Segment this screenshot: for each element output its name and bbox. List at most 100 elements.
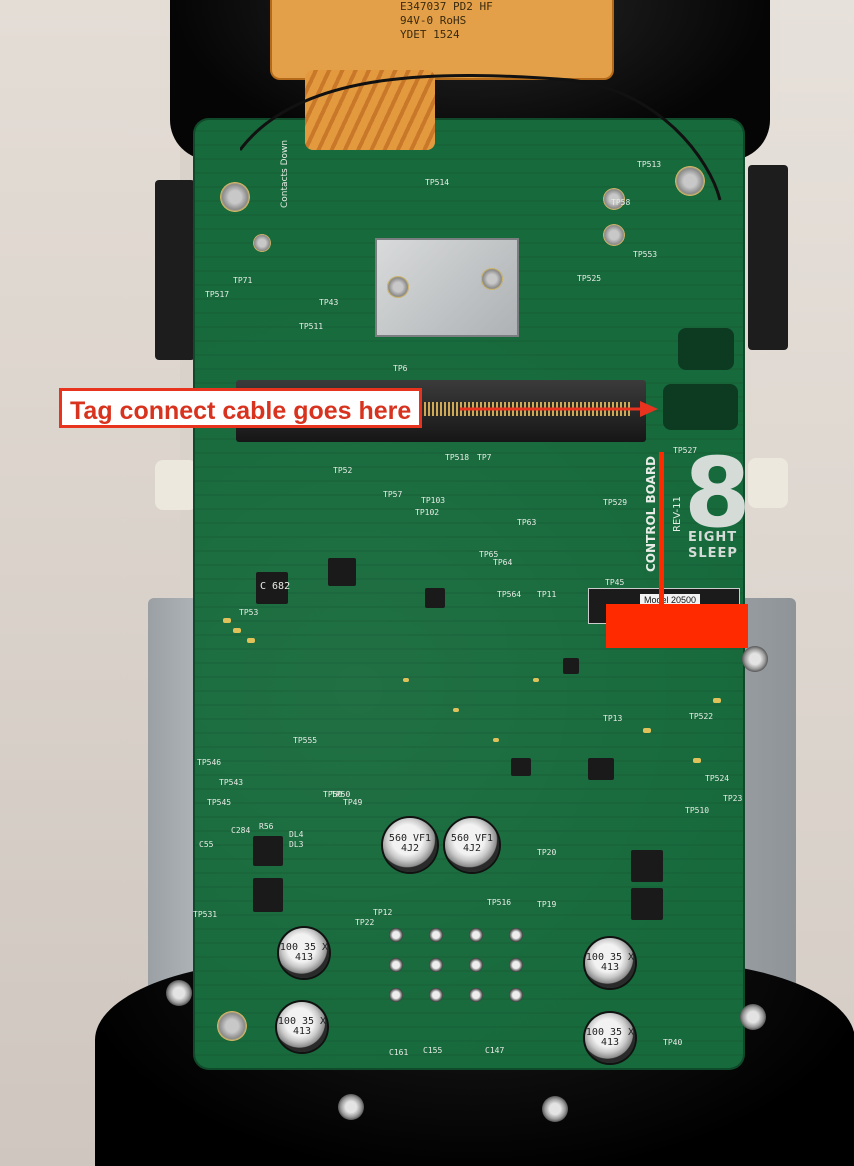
electrolytic-capacitor: 560 VF1 4J2	[383, 818, 437, 872]
screw	[740, 1004, 766, 1030]
silkscreen-label: TP11	[537, 590, 557, 599]
silkscreen-label: TP546	[197, 758, 222, 767]
tag-connect-footprint	[678, 328, 734, 370]
ic-chip	[253, 878, 283, 912]
smd-pad	[233, 628, 241, 633]
silkscreen-label: R56	[259, 822, 274, 831]
redaction-block	[606, 604, 748, 648]
silkscreen-label: TP555	[293, 736, 318, 745]
silkscreen-label: TP545	[207, 798, 232, 807]
ribbon-text: E347037 PD2 HF 94V-0 RoHS YDET 1524	[400, 0, 580, 42]
board-revision-label: REV-11	[672, 496, 683, 532]
silkscreen-label: DL3	[289, 840, 304, 849]
capacitor-marking: 100 35 X 413	[279, 942, 329, 963]
silkscreen-label: TP71	[233, 276, 253, 285]
capacitor-marking: 100 35 X 413	[585, 952, 635, 973]
smd-pad	[533, 678, 539, 682]
contacts-down-label: Contacts Down	[280, 140, 290, 208]
ic-chip	[631, 888, 663, 920]
test-pad	[389, 988, 403, 1002]
ic-chip	[425, 588, 445, 608]
annotation-label: Tag connect cable goes here	[59, 388, 423, 428]
contacts-down-text: Contacts Down	[280, 140, 290, 208]
test-pad	[469, 928, 483, 942]
silkscreen-label: C55	[199, 840, 214, 849]
silkscreen-label: TP57	[383, 490, 403, 499]
silkscreen-label: TP517	[205, 290, 230, 299]
silkscreen-label: TP524	[705, 774, 730, 783]
silkscreen-label: TP529	[603, 498, 628, 507]
electrolytic-capacitor: 100 35 X 413	[277, 1002, 327, 1052]
mounting-hole	[217, 1011, 247, 1041]
silkscreen-label: C161	[389, 1048, 409, 1057]
silkscreen-label: TP43	[319, 298, 339, 307]
board-revision-text: REV-11	[672, 496, 683, 532]
smd-pad	[493, 738, 499, 742]
zip-tie-right	[748, 458, 788, 508]
test-pad	[469, 988, 483, 1002]
ic-chip	[328, 558, 356, 586]
ic-chip	[588, 758, 614, 780]
silkscreen-label: TP522	[689, 712, 714, 721]
silkscreen-label: C284	[231, 826, 251, 835]
side-bracket-left	[155, 180, 195, 360]
test-pad	[389, 958, 403, 972]
ic-chip	[253, 836, 283, 866]
silkscreen-label: TP510	[685, 806, 710, 815]
antenna-wire	[240, 73, 722, 201]
silkscreen-label: TP516	[487, 898, 512, 907]
silkscreen-label: DL4	[289, 830, 304, 839]
rf-shield	[375, 238, 519, 337]
silkscreen-label: C147	[485, 1046, 505, 1055]
silkscreen-label: TP45	[605, 578, 625, 587]
silkscreen-label: C155	[423, 1046, 443, 1055]
brand-line-1: EIGHT	[688, 530, 738, 545]
silkscreen-label: TP102	[415, 508, 440, 517]
board-name-label: CONTROL BOARD	[644, 456, 658, 572]
redaction-bar	[659, 452, 664, 612]
screw	[542, 1096, 568, 1122]
smd-pad	[247, 638, 255, 643]
electrolytic-capacitor: 560 VF1 4J2	[445, 818, 499, 872]
brand-line-2: SLEEP	[688, 546, 738, 561]
silkscreen-label: TP65	[479, 550, 499, 559]
smd-pad	[403, 678, 409, 682]
capacitor-marking: 100 35 X 413	[585, 1027, 635, 1048]
capacitor-marking: 560 VF1 4J2	[388, 833, 432, 855]
silkscreen-label: TP531	[193, 910, 218, 919]
test-pad	[509, 958, 523, 972]
smd-pad	[223, 618, 231, 623]
zip-tie-left	[155, 460, 197, 510]
ribbon-line: YDET 1524	[400, 28, 460, 41]
test-pad	[429, 988, 443, 1002]
test-pad	[429, 958, 443, 972]
silkscreen-label: TP7	[477, 453, 492, 462]
chip-marking: C 682	[260, 581, 291, 592]
silkscreen-label: TP525	[577, 274, 602, 283]
silkscreen-label: TP518	[445, 453, 470, 462]
smd-pad	[453, 708, 459, 712]
screw	[481, 268, 503, 290]
silkscreen-label: TP50	[331, 790, 351, 799]
tag-connect-footprint	[663, 384, 738, 430]
silkscreen-label: TP23	[723, 794, 743, 803]
screw	[166, 980, 192, 1006]
screw	[387, 276, 409, 298]
silkscreen-label: TP564	[497, 590, 522, 599]
ribbon-line: 94V-0 RoHS	[400, 14, 467, 27]
mounting-hole	[603, 224, 625, 246]
mounting-hole	[253, 234, 271, 252]
smd-pad	[643, 728, 651, 733]
ribbon-line: E347037 PD2 HF	[400, 0, 493, 13]
screw	[742, 646, 768, 672]
silkscreen-label: TP553	[633, 250, 658, 259]
ic-chip	[511, 758, 531, 776]
silkscreen-label: TP19	[537, 900, 557, 909]
silkscreen-label: TP13	[603, 714, 623, 723]
silkscreen-label: TP543	[219, 778, 244, 787]
silkscreen-label: TP511	[299, 322, 324, 331]
silkscreen-label: TP22	[355, 918, 375, 927]
screw	[338, 1094, 364, 1120]
silkscreen-label: TP52	[333, 466, 353, 475]
test-pad	[509, 988, 523, 1002]
